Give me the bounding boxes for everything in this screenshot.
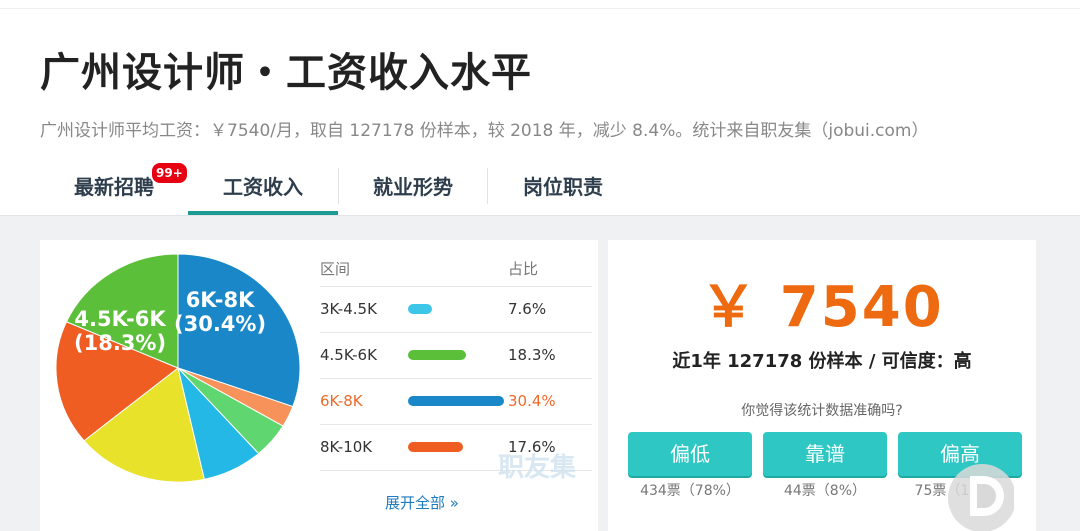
page-subtitle: 广州设计师平均工资：￥7540/月，取自 127178 份样本，较 2018 年…	[40, 121, 929, 141]
vote-reliable-count: 44票（8%）	[783, 483, 867, 499]
expand-all-link[interactable]: 展开全部 »	[385, 492, 459, 513]
legend-range: 4.5K-6K	[320, 346, 377, 364]
tab-label: 最新招聘	[74, 175, 154, 199]
legend-row-highlight: 6K-8K 30.4%	[320, 379, 592, 425]
tab-label: 工资收入	[223, 175, 303, 199]
sample-info: 近1年 127178 份样本 / 可信度：高	[672, 351, 972, 372]
pie-label-4_5k-6k: 4.5K-6K (18.3%)	[74, 307, 166, 355]
corner-logo-icon	[948, 464, 1014, 531]
new-count-badge: 99+	[150, 161, 189, 185]
tab-label: 岗位职责	[523, 175, 603, 199]
pie-label-range: 6K-8K	[185, 288, 255, 312]
pie-label-pct: (30.4%)	[174, 312, 267, 336]
vote-reliable-button[interactable]: 靠谱	[763, 432, 887, 476]
accuracy-question: 你觉得该统计数据准确吗?	[741, 403, 903, 419]
vote-low-count: 434票（78%）	[640, 483, 740, 499]
legend-pct: 7.6%	[508, 300, 547, 318]
legend-pct: 18.3%	[508, 346, 556, 364]
tab-employment[interactable]: 就业形势	[339, 162, 487, 215]
legend-row: 4.5K-6K 18.3%	[320, 333, 592, 379]
legend-col-range: 区间	[320, 260, 351, 278]
legend-bar	[408, 350, 466, 360]
top-divider	[0, 8, 1080, 9]
pie-label-6k-8k: 6K-8K (30.4%)	[174, 288, 266, 336]
pie-label-range: 4.5K-6K	[74, 307, 166, 331]
pie-label-pct: (18.3%)	[74, 331, 167, 355]
legend-bar	[408, 396, 504, 406]
vote-low-button[interactable]: 偏低	[628, 432, 752, 476]
legend-bar	[408, 442, 464, 452]
legend-pct: 30.4%	[508, 392, 556, 410]
page-header: 广州设计师・工资收入水平 广州设计师平均工资：￥7540/月，取自 127178…	[0, 0, 1080, 216]
salary-legend-table: 区间 占比 3K-4.5K 7.6% 4.5K-6K 18.3% 6K-8K 3…	[320, 250, 592, 471]
legend-col-pct: 占比	[508, 260, 539, 278]
tab-job-duties[interactable]: 岗位职责	[488, 162, 638, 215]
average-salary: ￥ 7540	[700, 275, 944, 340]
page-title: 广州设计师・工资收入水平	[40, 50, 532, 96]
legend-row: 3K-4.5K 7.6%	[320, 287, 592, 333]
legend-header: 区间 占比	[320, 250, 592, 287]
legend-range: 3K-4.5K	[320, 300, 377, 318]
legend-bar	[408, 304, 432, 314]
tab-label: 就业形势	[373, 175, 453, 199]
tab-salary-income[interactable]: 工资收入	[188, 162, 338, 215]
legend-range: 8K-10K	[320, 438, 373, 456]
legend-range: 6K-8K	[320, 392, 363, 410]
tab-latest-jobs[interactable]: 最新招聘 99+	[40, 161, 189, 215]
watermark-text: 职友集	[498, 453, 577, 483]
salary-distribution-card: 6K-8K (30.4%) 4.5K-6K (18.3%) 区间 占比 3K-4…	[40, 240, 598, 531]
